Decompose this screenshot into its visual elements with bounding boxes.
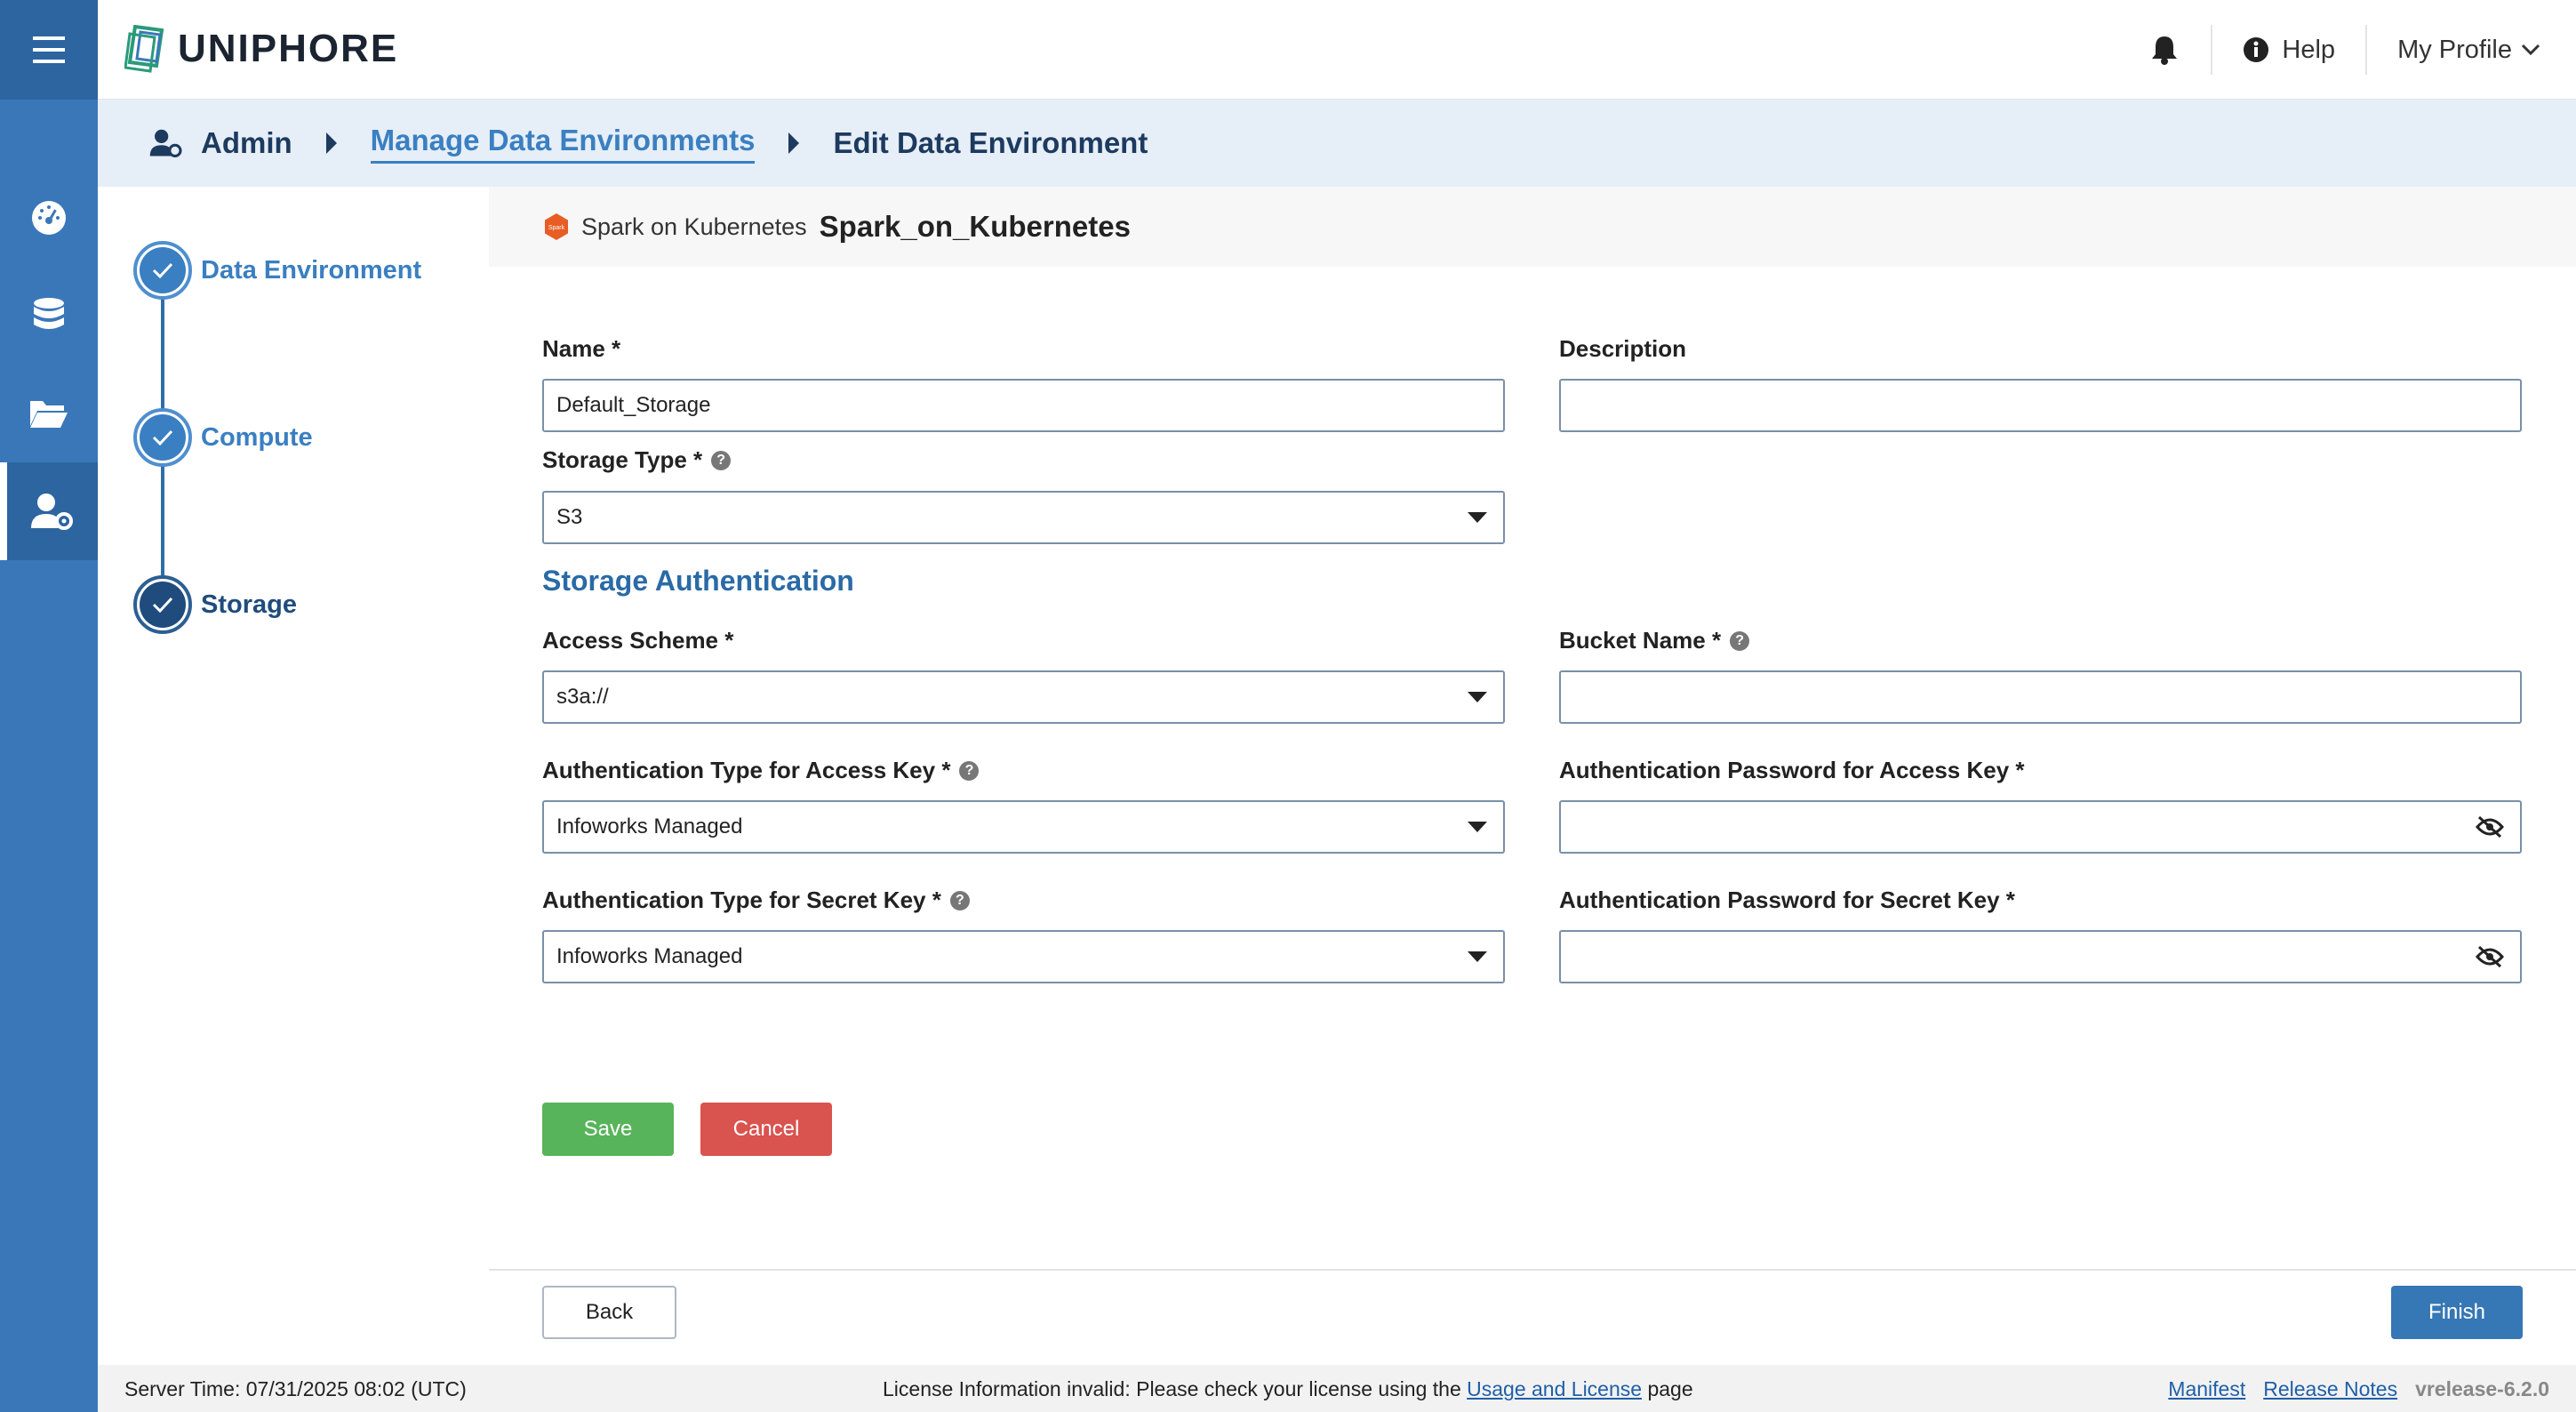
- caret-down-icon: [1468, 512, 1487, 523]
- name-label: Name *: [542, 335, 621, 362]
- caret-down-icon: [1468, 951, 1487, 962]
- profile-menu[interactable]: My Profile: [2367, 36, 2540, 65]
- storage-type-label: Storage Type *?: [542, 446, 732, 474]
- top-bar: UNIPHORE Help My Profile: [98, 0, 2576, 100]
- license-message: License Information invalid: Please chec…: [883, 1377, 1693, 1400]
- breadcrumb-separator-icon: [787, 131, 801, 156]
- folder-icon: [30, 401, 68, 428]
- breadcrumb-admin: Admin: [149, 126, 292, 160]
- release-notes-link[interactable]: Release Notes: [2263, 1377, 2397, 1401]
- nav-admin[interactable]: [0, 462, 98, 560]
- help-label: Help: [2282, 35, 2336, 64]
- finish-button[interactable]: Finish: [2391, 1286, 2523, 1339]
- save-button[interactable]: Save: [542, 1103, 674, 1156]
- auth-password-secret-field[interactable]: [1559, 930, 2522, 983]
- back-button[interactable]: Back: [542, 1286, 676, 1339]
- server-time: Server Time: 07/31/2025 08:02 (UTC): [124, 1377, 467, 1400]
- auth-password-access-field[interactable]: [1559, 800, 2522, 854]
- footer-divider: [489, 1269, 2576, 1271]
- chevron-down-icon: [2521, 44, 2540, 56]
- left-rail: [0, 0, 98, 1412]
- usage-and-license-link[interactable]: Usage and License: [1467, 1377, 1642, 1400]
- storage-type-select[interactable]: S3: [542, 491, 1505, 544]
- database-icon: [34, 298, 64, 329]
- nav-dashboard[interactable]: [0, 169, 98, 267]
- caret-down-icon: [1468, 822, 1487, 832]
- menu-button[interactable]: [0, 0, 98, 100]
- step-label: Storage: [201, 590, 297, 619]
- access-scheme-label: Access Scheme *: [542, 627, 734, 654]
- help-icon[interactable]: ?: [1730, 630, 1750, 651]
- description-label: Description: [1559, 335, 1687, 362]
- notifications-button[interactable]: [2145, 30, 2184, 69]
- info-icon: [2244, 37, 2269, 62]
- brand-name: UNIPHORE: [178, 27, 399, 70]
- nav-pipelines[interactable]: [0, 365, 98, 462]
- help-icon[interactable]: ?: [959, 760, 980, 781]
- svg-text:Spark: Spark: [548, 225, 565, 231]
- eye-slash-icon[interactable]: [2476, 945, 2504, 968]
- environment-header: Spark Spark on Kubernetes Spark_on_Kuber…: [489, 187, 2576, 267]
- caret-down-icon: [1468, 692, 1487, 702]
- brand-logo[interactable]: UNIPHORE: [124, 25, 398, 73]
- auth-type-secret-select[interactable]: Infoworks Managed: [542, 930, 1505, 983]
- check-icon: [152, 597, 173, 613]
- environment-name: Spark_on_Kubernetes: [819, 210, 1131, 243]
- wizard-stepper: Data Environment Compute Storage: [98, 187, 489, 1365]
- bucket-name-field[interactable]: [1559, 670, 2522, 724]
- breadcrumb: Admin Manage Data Environments Edit Data…: [98, 100, 2576, 187]
- auth-password-access-label: Authentication Password for Access Key *: [1559, 757, 2025, 783]
- profile-label: My Profile: [2397, 35, 2512, 64]
- help-icon[interactable]: ?: [949, 890, 970, 911]
- check-icon: [152, 429, 173, 445]
- eye-slash-icon[interactable]: [2476, 815, 2504, 838]
- breadcrumb-manage-data-environments[interactable]: Manage Data Environments: [370, 124, 756, 164]
- cancel-button[interactable]: Cancel: [700, 1103, 832, 1156]
- user-settings-icon: [31, 493, 73, 530]
- step-storage[interactable]: Storage: [133, 575, 297, 634]
- storage-form: Name * Default_Storage Description Stora…: [489, 267, 2576, 1339]
- help-icon[interactable]: ?: [711, 450, 732, 470]
- bell-icon: [2152, 36, 2178, 65]
- check-icon: [152, 262, 173, 278]
- storage-authentication-title: Storage Authentication: [542, 565, 854, 597]
- step-label: Compute: [201, 422, 313, 452]
- dashboard-icon: [32, 201, 66, 235]
- auth-password-secret-label: Authentication Password for Secret Key *: [1559, 887, 2015, 913]
- nav-data-sources[interactable]: [0, 267, 98, 365]
- auth-type-secret-label: Authentication Type for Secret Key *?: [542, 887, 970, 914]
- access-scheme-select[interactable]: s3a://: [542, 670, 1505, 724]
- manifest-link[interactable]: Manifest: [2168, 1377, 2245, 1401]
- environment-type: Spark on Kubernetes: [581, 213, 807, 240]
- auth-type-access-label: Authentication Type for Access Key *?: [542, 757, 980, 784]
- user-settings-icon: [149, 129, 182, 157]
- help-button[interactable]: Help: [2212, 36, 2365, 65]
- status-footer: Server Time: 07/31/2025 08:02 (UTC) Lice…: [98, 1365, 2576, 1412]
- description-field[interactable]: [1559, 379, 2522, 432]
- name-field[interactable]: Default_Storage: [542, 379, 1505, 432]
- uniphore-logo-icon: [124, 25, 164, 73]
- breadcrumb-separator-icon: [324, 131, 339, 156]
- version-label: vrelease-6.2.0: [2415, 1377, 2549, 1400]
- auth-type-access-select[interactable]: Infoworks Managed: [542, 800, 1505, 854]
- menu-icon: [33, 36, 65, 63]
- spark-icon: Spark: [545, 213, 568, 240]
- step-label: Data Environment: [201, 255, 422, 285]
- breadcrumb-edit-data-environment: Edit Data Environment: [833, 126, 1148, 159]
- step-data-environment[interactable]: Data Environment: [133, 241, 421, 300]
- bucket-name-label: Bucket Name *?: [1559, 627, 1750, 654]
- step-compute[interactable]: Compute: [133, 408, 313, 467]
